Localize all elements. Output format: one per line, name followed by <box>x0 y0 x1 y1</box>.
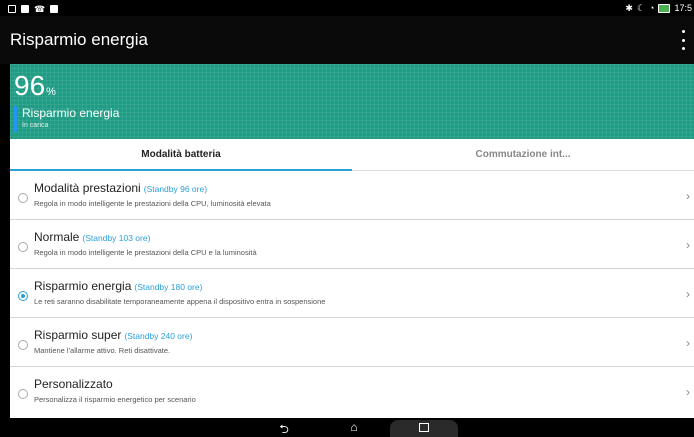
mode-name-wrap: Modalità prestazioni (Standby 96 ore) <box>34 181 207 195</box>
call-icon: ☎ <box>34 4 46 14</box>
mode-description: Regola in modo intelligente le prestazio… <box>34 199 271 208</box>
mode-name: Modalità prestazioni <box>34 181 141 195</box>
moon-icon: ☾ <box>636 3 646 13</box>
tab-battery-mode[interactable]: Modalità batteria <box>10 139 352 171</box>
recent-apps-icon[interactable] <box>390 420 458 437</box>
mode-item-normal[interactable]: Normale (Standby 103 ore) Regola in modo … <box>10 220 694 269</box>
mode-standby: (Standby 180 ore) <box>134 282 203 292</box>
app-bar: Risparmio energia <box>0 16 694 64</box>
chevron-right-icon[interactable]: › <box>686 385 690 399</box>
mode-indicator-bar <box>14 106 17 132</box>
mode-standby: (Standby 96 ore) <box>143 184 208 194</box>
message-icon <box>21 5 29 13</box>
navigation-bar: ⮌ ⌂ <box>0 418 694 437</box>
mode-name: Personalizzato <box>34 377 113 391</box>
mode-item-custom[interactable]: Personalizzato Personalizza il risparmio… <box>10 367 694 416</box>
mode-description: Le reti saranno disabilitate temporaneam… <box>34 297 326 306</box>
back-icon[interactable]: ⮌ <box>276 420 292 436</box>
home-icon[interactable]: ⌂ <box>346 420 362 435</box>
mode-name: Risparmio super <box>34 328 122 342</box>
wifi-icon: ◔ <box>649 3 655 13</box>
mode-item-super-saving[interactable]: Risparmio super (Standby 240 ore) Mantien… <box>10 318 694 367</box>
status-bar: ☎ ✱ ☾ ◔ 17:5 <box>0 0 694 16</box>
chevron-right-icon[interactable]: › <box>686 287 690 301</box>
radio-button[interactable] <box>18 193 28 203</box>
percent-symbol: % <box>46 86 56 98</box>
mode-item-performance[interactable]: Modalità prestazioni (Standby 96 ore) Reg… <box>10 171 694 220</box>
radio-button-selected[interactable] <box>18 291 28 301</box>
current-mode-title: Risparmio energia <box>22 106 120 120</box>
radio-button[interactable] <box>18 242 28 252</box>
sim-icon <box>50 5 59 13</box>
page-title: Risparmio energia <box>10 30 148 49</box>
tab-smart-switch[interactable]: Commutazione int... <box>352 139 694 171</box>
battery-charging-icon <box>658 3 671 13</box>
radio-button[interactable] <box>18 389 28 399</box>
mode-name-wrap: Risparmio super (Standby 240 ore) <box>34 328 192 342</box>
overflow-menu-icon[interactable] <box>680 30 686 50</box>
chevron-right-icon[interactable]: › <box>686 238 690 252</box>
mode-name: Normale <box>34 230 80 244</box>
radio-button[interactable] <box>18 340 28 350</box>
mode-item-power-saving[interactable]: Risparmio energia (Standby 180 ore) Le re… <box>10 269 694 318</box>
mode-standby: (Standby 240 ore) <box>124 331 193 341</box>
mode-name-wrap: Risparmio energia (Standby 180 ore) <box>34 279 202 293</box>
mode-description: Regola in modo intelligente le prestazio… <box>34 248 257 257</box>
mode-list: Modalità prestazioni (Standby 96 ore) Reg… <box>10 171 694 418</box>
mode-name-wrap: Normale (Standby 103 ore) <box>34 230 150 244</box>
mode-name-wrap: Personalizzato <box>34 377 116 391</box>
left-edge <box>0 64 10 437</box>
notification-icon <box>8 5 16 13</box>
chevron-right-icon[interactable]: › <box>686 336 690 350</box>
battery-percent: 96% <box>14 70 56 102</box>
mode-standby: (Standby 103 ore) <box>82 233 151 243</box>
charging-status: In carica <box>22 122 49 129</box>
battery-percent-value: 96 <box>14 70 46 101</box>
mode-description: Mantiene l'allarme attivo. Reti disattiv… <box>34 346 171 355</box>
battery-summary: 96% Risparmio energia In carica <box>10 64 694 139</box>
tab-bar: Modalità batteria Commutazione int... <box>10 139 694 171</box>
mode-description: Personalizza il risparmio energetico per… <box>34 395 196 404</box>
status-time: 17:5 <box>674 3 692 13</box>
mode-name: Risparmio energia <box>34 279 132 293</box>
bluetooth-icon: ✱ <box>625 3 633 13</box>
chevron-right-icon[interactable]: › <box>686 189 690 203</box>
